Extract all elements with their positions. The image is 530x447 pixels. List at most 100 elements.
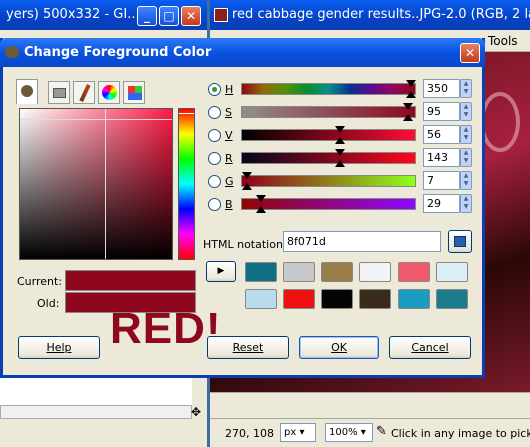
image-icon (214, 8, 228, 22)
crosshair-vertical (105, 109, 106, 259)
minimize-button[interactable]: _ (137, 6, 157, 26)
radio-g[interactable] (208, 175, 221, 188)
channel-label-h: H (225, 83, 234, 96)
horizontal-scrollbar[interactable] (0, 405, 192, 419)
color-history-swatch[interactable] (321, 289, 353, 309)
eyedropper-button[interactable] (448, 230, 472, 253)
printer-icon (53, 88, 66, 98)
radio-r[interactable] (208, 152, 221, 165)
saturation-value-area[interactable] (19, 108, 173, 260)
hue-strip[interactable] (178, 108, 195, 260)
close-button[interactable]: ✕ (181, 6, 201, 26)
channel-label-b: B (225, 198, 233, 211)
color-history-swatch[interactable] (398, 262, 430, 282)
slider-s-marker-bottom (403, 114, 413, 121)
ok-button[interactable]: OK (299, 336, 379, 359)
slider-s-marker (403, 103, 413, 110)
color-wheel-icon (102, 85, 117, 100)
slider-r-marker-bottom (335, 160, 345, 167)
tab-palette[interactable] (123, 81, 145, 104)
channel-label-g: G (225, 175, 234, 188)
input-g[interactable]: 7 (423, 171, 460, 190)
crosshair-horizontal (20, 119, 172, 120)
slider-v[interactable] (241, 126, 416, 144)
input-b[interactable]: 29 (423, 194, 460, 213)
reset-button[interactable]: Reset (207, 336, 289, 359)
status-hint: Click in any image to pick the (391, 427, 530, 440)
color-history-swatch[interactable] (398, 289, 430, 309)
color-history-swatch[interactable] (436, 262, 468, 282)
slider-r-marker (335, 149, 345, 156)
spin-b[interactable]: ▲ ▼ (460, 194, 472, 213)
color-history-swatch[interactable] (359, 289, 391, 309)
color-history-swatch[interactable] (283, 289, 315, 309)
eyedropper-icon: ✎ (376, 424, 387, 439)
menu-item-tools[interactable]: Tools (488, 34, 518, 48)
radio-v[interactable] (208, 129, 221, 142)
slider-b-marker-bottom (256, 206, 266, 213)
channel-label-r: R (225, 152, 233, 165)
slider-s[interactable] (241, 103, 416, 121)
slider-g-marker (242, 172, 252, 179)
input-s[interactable]: 95 (423, 102, 460, 121)
dialog-close-button[interactable]: ✕ (460, 43, 480, 63)
slider-h-marker-bottom (406, 91, 416, 98)
spin-s[interactable]: ▲ ▼ (460, 102, 472, 121)
image-highlight (480, 92, 520, 152)
color-history-swatch[interactable] (245, 262, 277, 282)
ruler-bottom (210, 392, 530, 418)
html-notation-input[interactable]: 8f071d (283, 231, 441, 252)
spin-r[interactable]: ▲ ▼ (460, 148, 472, 167)
color-history-swatch[interactable] (283, 262, 315, 282)
channel-label-v: V (225, 129, 233, 142)
gimp-icon (5, 46, 19, 58)
red-annotation-text: RED! (110, 304, 222, 353)
brush-icon (79, 83, 91, 103)
slider-h-marker (406, 80, 416, 87)
tab-wheel[interactable] (98, 81, 120, 104)
color-history-swatch[interactable] (436, 289, 468, 309)
spin-v[interactable]: ▲ ▼ (460, 125, 472, 144)
slider-r[interactable] (241, 149, 416, 167)
input-v[interactable]: 56 (423, 125, 460, 144)
hue-marker (179, 113, 194, 114)
canvas-area[interactable] (0, 376, 192, 406)
dialog-title-bar: Change Foreground Color (0, 38, 485, 67)
background-window-right-title: red cabbage gender results..JPG-2.0 (RGB… (210, 0, 530, 30)
color-history-swatch[interactable] (321, 262, 353, 282)
history-expand-button[interactable]: ▶ (206, 261, 236, 282)
color-history-swatch[interactable] (245, 289, 277, 309)
dialog-title: Change Foreground Color (24, 45, 212, 60)
input-h[interactable]: 350 (423, 79, 460, 98)
tab-gimp[interactable] (16, 79, 38, 104)
slider-v-marker (335, 126, 345, 133)
current-color-swatch (65, 270, 196, 291)
color-picker-icon (454, 236, 466, 247)
spin-g[interactable]: ▲ ▼ (460, 171, 472, 190)
radio-s[interactable] (208, 106, 221, 119)
zoom-select[interactable]: 100% ▾ (325, 423, 373, 442)
tab-cmyk[interactable] (48, 81, 70, 104)
current-label: Current: (17, 275, 63, 288)
slider-b[interactable] (241, 195, 416, 213)
slider-g[interactable] (241, 172, 416, 190)
input-r[interactable]: 143 (423, 148, 460, 167)
radio-h[interactable] (208, 83, 221, 96)
cancel-button[interactable]: Cancel (389, 336, 471, 359)
slider-h[interactable] (241, 80, 416, 98)
palette-icon (128, 86, 142, 100)
channel-label-s: S (225, 106, 232, 119)
move-icon[interactable]: ✥ (189, 405, 203, 419)
tab-watercolor[interactable] (73, 81, 95, 104)
change-foreground-color-dialog: Change Foreground Color ✕ H 350 ▲ ▼ S 95 … (0, 38, 485, 378)
gimp-wilber-icon (21, 85, 33, 97)
spin-h[interactable]: ▲ ▼ (460, 79, 472, 98)
radio-b[interactable] (208, 198, 221, 211)
pointer-coordinates: 270, 108 (225, 427, 274, 440)
color-history-swatch[interactable] (359, 262, 391, 282)
maximize-button[interactable]: □ (159, 6, 179, 26)
slider-b-marker (256, 195, 266, 202)
html-notation-label: HTML notation: (203, 238, 287, 251)
help-button[interactable]: Help (18, 336, 100, 359)
unit-select[interactable]: px ▾ (280, 423, 316, 442)
